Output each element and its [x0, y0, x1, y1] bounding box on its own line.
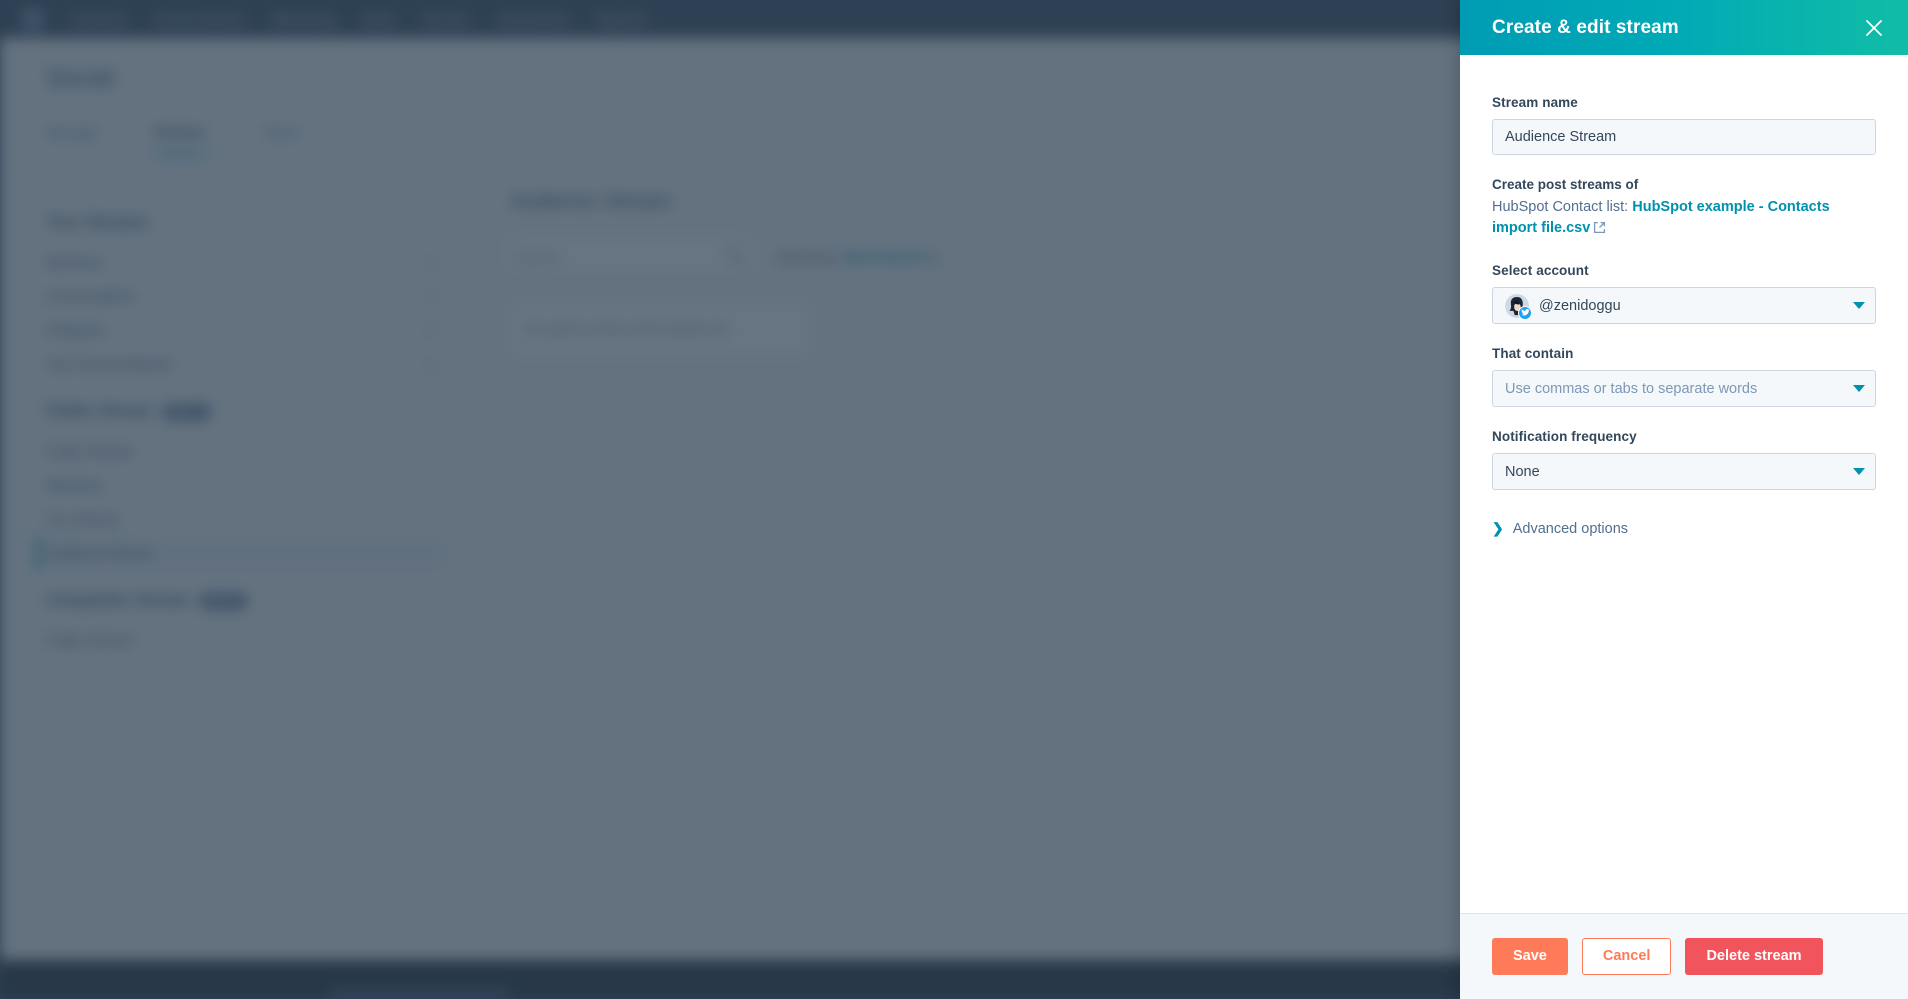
- search-placeholder: Search: [516, 248, 561, 265]
- sidebar-item-mentions[interactable]: Mentions 0: [36, 245, 444, 279]
- stream-name-group: Stream name: [1492, 95, 1876, 155]
- sidebar-item-label: Our Stream: [46, 511, 119, 527]
- nav-item-sales[interactable]: Sales: [361, 12, 396, 27]
- nav-item-service[interactable]: Service: [422, 12, 470, 27]
- notification-frequency-dropdown[interactable]: None: [1492, 453, 1876, 491]
- panel-footer: Save Cancel Delete stream: [1460, 913, 1908, 999]
- that-contain-placeholder: Use commas or tabs to separate words: [1505, 380, 1758, 397]
- advanced-options-label: Advanced options: [1512, 520, 1629, 537]
- hubspot-sprocket-icon[interactable]: [22, 8, 44, 30]
- tab-manage[interactable]: Manage: [46, 124, 97, 155]
- advanced-options-toggle[interactable]: ❯ Advanced options: [1492, 520, 1876, 537]
- streams-sidebar: Your Streams Mentions 0 Conversations 0 …: [0, 178, 480, 960]
- sidebar-item-your-social-network[interactable]: Your Social Network 0: [36, 347, 444, 381]
- panel-title: Create & edit stream: [1492, 16, 1679, 38]
- avatar: [1505, 293, 1532, 320]
- sort-label: Sorted by:: [776, 248, 840, 265]
- sidebar-item-label: Mentions: [46, 477, 103, 493]
- bottom-bar-chip: [330, 988, 508, 999]
- save-button[interactable]: Save: [1492, 938, 1568, 975]
- sidebar-item-label: Your Social Network: [46, 356, 172, 372]
- select-account-dropdown[interactable]: @zenidoggu: [1492, 287, 1876, 325]
- chevron-down-icon: [1853, 468, 1865, 476]
- sidebar-item-label: Conversations: [46, 288, 136, 304]
- sidebar-item-conversations[interactable]: Conversations 0: [36, 279, 444, 313]
- sidebar-item-label: Public Stream: [46, 443, 134, 459]
- sidebar-item-our-stream[interactable]: Our Stream: [36, 502, 444, 536]
- empty-state-message: No posts to show in this stream yet.: [525, 321, 731, 336]
- notification-frequency-value: None: [1505, 463, 1540, 480]
- sidebar-item-public-stream[interactable]: Public Stream: [36, 434, 444, 468]
- delete-stream-button[interactable]: Delete stream: [1685, 938, 1823, 975]
- status-badge: BETA: [162, 404, 210, 420]
- sidebar-item-count: 0: [426, 254, 434, 270]
- that-contain-group: That contain Use commas or tabs to separ…: [1492, 346, 1876, 408]
- select-account-label: Select account: [1492, 263, 1589, 279]
- sidebar-item-count: 0: [426, 356, 434, 372]
- chevron-right-icon: ❯: [1492, 520, 1504, 537]
- sort-dropdown[interactable]: Sorted by: Most Recent ▾: [776, 249, 938, 266]
- page-tabs: Manage Monitor Inbox: [46, 124, 298, 155]
- sidebar-item-label: Mentions: [46, 254, 103, 270]
- contact-list-prefix: HubSpot Contact list:: [1492, 199, 1629, 215]
- notification-frequency-group: Notification frequency None: [1492, 429, 1876, 491]
- panel-header: Create & edit stream: [1460, 0, 1908, 55]
- stream-name-input[interactable]: [1492, 119, 1876, 155]
- nav-item-automation[interactable]: Automation: [496, 12, 570, 27]
- that-contain-label: That contain: [1492, 346, 1574, 362]
- stream-name-label: Stream name: [1492, 95, 1578, 110]
- sidebar-section-title: Competitor Stream: [46, 592, 191, 609]
- chevron-down-icon: [1853, 385, 1865, 393]
- search-icon[interactable]: 🔍: [727, 248, 744, 265]
- tab-monitor[interactable]: Monitor: [154, 124, 206, 155]
- sidebar-section-your-streams: Your Streams: [36, 204, 444, 241]
- sidebar-section-public-stream: Public Stream BETA: [36, 393, 444, 430]
- page-title: Social: [46, 64, 115, 92]
- nav-item-marketing[interactable]: Marketing: [272, 12, 335, 27]
- sidebar-item-label: Followers: [46, 322, 106, 338]
- sidebar-section-competitor-stream: Competitor Stream BETA: [36, 582, 444, 619]
- sidebar-section-title: Public Stream: [46, 403, 153, 420]
- empty-state-card: No posts to show in this stream yet.: [510, 302, 810, 356]
- create-edit-stream-panel: Create & edit stream Stream name Create …: [1460, 0, 1908, 999]
- status-badge: BETA: [200, 593, 248, 609]
- sidebar-item-audience-stream[interactable]: Audience Stream: [36, 536, 444, 570]
- sidebar-item-label: Public Stream: [46, 632, 134, 648]
- create-post-streams-label: Create post streams of: [1492, 177, 1639, 192]
- sidebar-item-count: 0: [426, 322, 434, 338]
- chevron-down-icon: ▾: [930, 248, 938, 265]
- sort-value: Most Recent: [843, 248, 927, 265]
- nav-item-reports[interactable]: Reports: [596, 12, 647, 27]
- create-post-streams-group: Create post streams of HubSpot Contact l…: [1492, 177, 1876, 241]
- select-account-group: Select account @zenidoggu: [1492, 263, 1876, 325]
- that-contain-dropdown[interactable]: Use commas or tabs to separate words: [1492, 370, 1876, 408]
- search-input[interactable]: Search 🔍: [510, 240, 750, 274]
- cancel-button[interactable]: Cancel: [1581, 938, 1672, 975]
- chevron-down-icon: [1853, 302, 1865, 310]
- tab-inbox[interactable]: Inbox: [264, 124, 298, 155]
- notification-frequency-label: Notification frequency: [1492, 429, 1637, 445]
- contact-list-line: HubSpot Contact list: HubSpot example - …: [1492, 197, 1876, 241]
- sidebar-item-public-stream-competitor[interactable]: Public Stream: [36, 623, 444, 657]
- close-icon[interactable]: [1860, 14, 1888, 42]
- sidebar-item-count: 0: [426, 288, 434, 304]
- panel-body: Stream name Create post streams of HubSp…: [1460, 55, 1908, 913]
- sidebar-item-mentions-public[interactable]: Mentions: [36, 468, 444, 502]
- nav-item-conversations[interactable]: Conversations: [153, 12, 246, 27]
- external-link-icon[interactable]: [1593, 220, 1606, 241]
- nav-item-contacts[interactable]: Contacts: [70, 12, 127, 27]
- select-account-value: @zenidoggu: [1539, 297, 1621, 314]
- sidebar-item-label: Audience Stream: [46, 545, 154, 561]
- sidebar-section-title: Your Streams: [46, 214, 149, 231]
- twitter-icon: [1518, 305, 1532, 320]
- sidebar-item-followers[interactable]: Followers 0: [36, 313, 444, 347]
